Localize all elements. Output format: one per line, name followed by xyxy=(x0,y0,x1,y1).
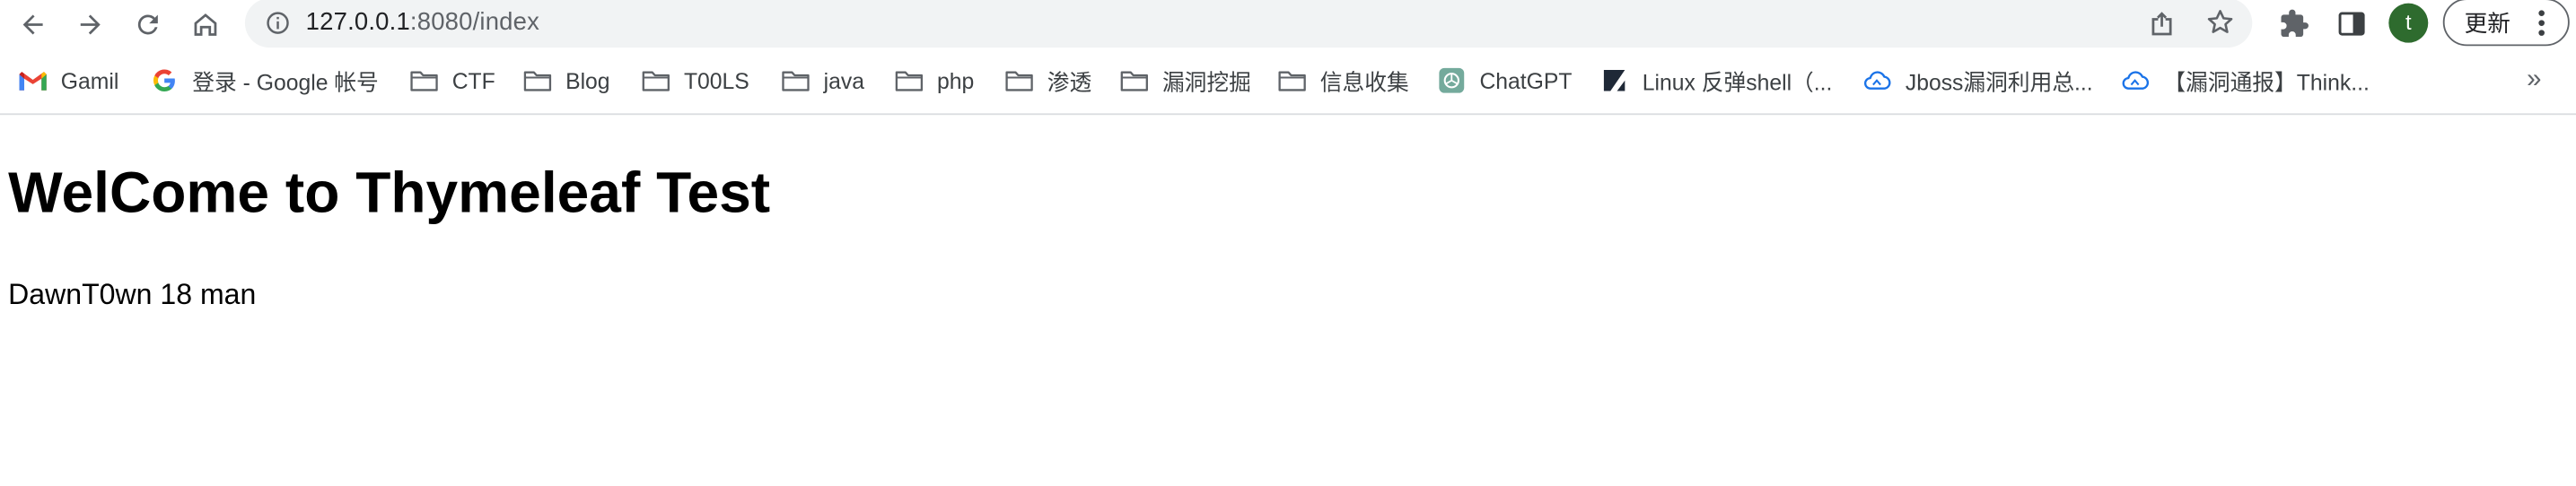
page-title: WelCome to Thymeleaf Test xyxy=(8,161,771,225)
folder-icon xyxy=(782,71,810,91)
bookmark-chatgpt[interactable]: ChatGPT xyxy=(1437,54,1573,107)
arrow-right-icon xyxy=(79,13,100,34)
bookmark-linux-shell[interactable]: Linux 反弹shell（... xyxy=(1599,54,1832,107)
bookmark-label: ChatGPT xyxy=(1479,68,1573,93)
address-bar[interactable]: 127.0.0.1:8080/index xyxy=(244,0,2253,48)
arrow-left-icon xyxy=(22,13,42,34)
home-icon xyxy=(193,13,216,35)
home-button[interactable] xyxy=(184,4,225,45)
bookmark-google-login[interactable]: 登录 - Google 帐号 xyxy=(150,54,379,107)
bookmark-star-icon[interactable] xyxy=(2204,6,2236,38)
bookmark-label: CTF xyxy=(451,68,495,93)
update-label: 更新 xyxy=(2464,9,2510,37)
bookmark-gamil[interactable]: Gamil xyxy=(18,54,118,107)
toolbar-divider xyxy=(0,113,2576,116)
folder-icon xyxy=(1120,71,1148,91)
bookmark-folder-php[interactable]: php xyxy=(894,54,974,107)
bookmark-label: 登录 - Google 帐号 xyxy=(192,70,379,96)
url-text[interactable]: 127.0.0.1:8080/index xyxy=(306,8,539,38)
update-button[interactable]: 更新 xyxy=(2442,0,2570,47)
share-icon[interactable] xyxy=(2147,8,2177,38)
reload-icon xyxy=(136,13,157,34)
bookmark-label: Jboss漏洞利用总... xyxy=(1905,70,2093,96)
more-menu-icon xyxy=(2538,10,2545,36)
bookmark-folder-vuln-hunting[interactable]: 漏洞挖掘 xyxy=(1119,54,1251,107)
bookmark-label: 【漏洞通报】Think... xyxy=(2163,70,2370,96)
folder-icon xyxy=(523,71,552,91)
folder-icon xyxy=(1005,71,1033,91)
folder-icon xyxy=(642,71,670,91)
bookmark-folder-java[interactable]: java xyxy=(781,54,864,107)
cloud-icon xyxy=(1863,71,1891,90)
bookmark-label: Gamil xyxy=(60,68,119,93)
bookmark-vuln-notice[interactable]: 【漏洞通报】Think... xyxy=(2121,54,2370,107)
url-path: :8080/index xyxy=(409,8,540,37)
bookmark-label: Linux 反弹shell（... xyxy=(1642,70,1833,96)
google-icon xyxy=(153,69,175,91)
back-button[interactable] xyxy=(12,4,53,45)
bookmark-folder-pentest[interactable]: 渗透 xyxy=(1004,54,1091,107)
bookmarks-bar: Gamil 登录 - Google 帐号 CTF Blog T00LS java xyxy=(0,54,2576,107)
bookmark-label: Blog xyxy=(565,68,610,93)
bookmark-label: T00LS xyxy=(683,68,749,93)
gmail-icon xyxy=(19,72,47,91)
folder-icon xyxy=(410,71,438,91)
bookmark-jboss[interactable]: Jboss漏洞利用总... xyxy=(1862,54,2093,107)
folder-icon xyxy=(1278,71,1306,91)
browser-toolbar: 127.0.0.1:8080/index t 更新 xyxy=(0,0,2576,48)
bookmark-label: 渗透 xyxy=(1047,70,1092,96)
bookmark-folder-ctf[interactable]: CTF xyxy=(409,54,495,107)
folder-icon xyxy=(895,71,924,91)
chatgpt-icon xyxy=(1439,67,1465,93)
forward-button[interactable] xyxy=(69,4,110,45)
shell-icon xyxy=(1603,70,1625,91)
side-panel-icon[interactable] xyxy=(2336,8,2368,39)
bookmark-label: 信息收集 xyxy=(1319,70,1409,96)
bookmark-folder-blog[interactable]: Blog xyxy=(522,54,610,107)
bookmark-label: java xyxy=(823,68,864,93)
bookmarks-overflow-button[interactable]: » xyxy=(2527,65,2541,95)
cloud-icon xyxy=(2122,71,2150,90)
profile-avatar[interactable]: t xyxy=(2388,3,2429,43)
bookmark-folder-info-gathering[interactable]: 信息收集 xyxy=(1277,54,1409,107)
bookmark-label: php xyxy=(937,68,975,93)
bookmark-label: 漏洞挖掘 xyxy=(1161,70,1251,96)
site-info-icon[interactable] xyxy=(265,10,291,36)
reload-button[interactable] xyxy=(127,4,168,45)
extensions-icon[interactable] xyxy=(2279,8,2310,39)
browser-window: 127.0.0.1:8080/index t 更新 Gamil 登录 - Goo… xyxy=(0,0,2576,486)
url-host: 127.0.0.1 xyxy=(305,8,410,37)
page-text: DawnT0wn 18 man xyxy=(8,277,257,311)
bookmark-folder-t00ls[interactable]: T00LS xyxy=(641,54,749,107)
